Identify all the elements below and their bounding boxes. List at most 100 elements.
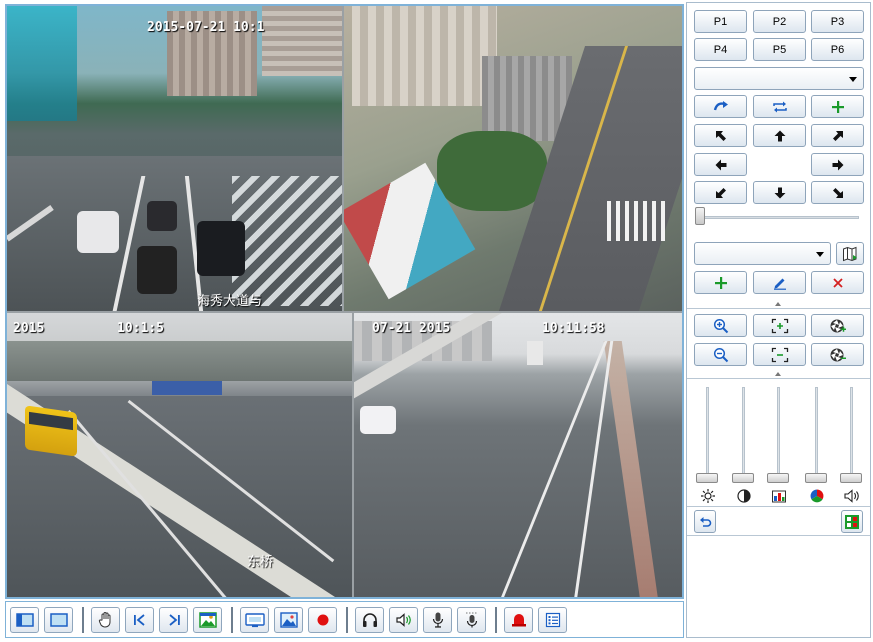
delete-cruise-button[interactable] <box>811 271 864 294</box>
ptz-down-right-button[interactable] <box>811 181 864 204</box>
ptz-down-left-button[interactable] <box>694 181 747 204</box>
color-settings-icon <box>845 514 859 529</box>
ptz-down-button[interactable] <box>753 181 806 204</box>
preset-p1-button[interactable]: P1 <box>694 10 747 33</box>
cam1-timestamp: 2015-07-21 10:1 <box>147 20 265 35</box>
camera-view-3[interactable]: 2015 10:1:5 东桥 <box>7 311 352 597</box>
talk-button[interactable] <box>423 606 452 633</box>
saturation-icon <box>769 488 789 504</box>
snapshot-button[interactable] <box>193 606 222 633</box>
layout-full-button[interactable] <box>44 606 73 633</box>
capture-button[interactable] <box>274 606 303 633</box>
preset-p5-button[interactable]: P5 <box>753 38 806 61</box>
iris-open-button[interactable] <box>811 314 864 337</box>
focus-minus-icon <box>771 347 788 362</box>
hue-slider-thumb[interactable] <box>805 473 827 483</box>
contrast-slider-track[interactable] <box>742 387 745 477</box>
map-icon <box>843 246 857 261</box>
next-button[interactable] <box>159 606 188 633</box>
cam4-lane <box>573 341 614 597</box>
hue-slider-track[interactable] <box>815 387 818 477</box>
collapse-ptz-icon[interactable] <box>775 302 781 306</box>
ptz-hand-button[interactable] <box>91 606 120 633</box>
preset-p4-button[interactable]: P4 <box>694 38 747 61</box>
image-settings-button[interactable] <box>841 510 863 533</box>
previous-button[interactable] <box>125 606 154 633</box>
toolbar-separator <box>346 606 348 633</box>
brightness-slider-track[interactable] <box>706 387 709 477</box>
camera-view-2[interactable] <box>342 6 682 311</box>
arrow-down-icon <box>774 187 785 198</box>
cam4-median <box>603 341 659 597</box>
cam2-trees <box>437 131 547 211</box>
camera-view-4[interactable]: 07-21 2015 10:11:58 <box>352 311 682 597</box>
single-window-icon <box>15 612 34 627</box>
hue-icon <box>807 488 827 504</box>
add-cruise-button[interactable] <box>694 271 747 294</box>
listen-button[interactable] <box>355 606 384 633</box>
speaker-button[interactable] <box>389 606 418 633</box>
section-divider <box>687 308 870 309</box>
ptz-speed-slider-track[interactable] <box>697 216 859 219</box>
collapse-lens-icon[interactable] <box>775 372 781 376</box>
saturation-slider-thumb[interactable] <box>767 473 789 483</box>
ptz-up-left-button[interactable] <box>694 124 747 147</box>
zoom-in-button[interactable] <box>694 314 747 337</box>
iris-plus-icon <box>830 319 846 332</box>
pencil-icon <box>773 278 786 290</box>
ptz-left-button[interactable] <box>694 153 747 176</box>
reset-image-button[interactable] <box>694 510 716 533</box>
full-window-icon <box>49 612 68 627</box>
preset-select[interactable] <box>694 67 864 90</box>
cam1-caption: 海秀大道与 <box>197 294 263 309</box>
edit-cruise-button[interactable] <box>753 271 806 294</box>
cam1-building <box>7 6 77 121</box>
iris-close-button[interactable] <box>811 343 864 366</box>
arrow-up-right-icon <box>832 130 843 141</box>
contrast-slider-thumb[interactable] <box>732 473 754 483</box>
saturation-slider-track[interactable] <box>777 387 780 477</box>
alarm-button[interactable] <box>504 606 533 633</box>
focus-far-button[interactable] <box>753 343 806 366</box>
stream-button[interactable] <box>240 606 269 633</box>
cam1-car <box>77 211 119 253</box>
ptz-right-button[interactable] <box>811 153 864 176</box>
brightness-slider-thumb[interactable] <box>696 473 718 483</box>
speaker-icon <box>395 612 411 627</box>
cruise-select[interactable] <box>694 242 831 265</box>
cruise-map-button[interactable] <box>836 242 864 265</box>
headphones-icon <box>362 612 377 627</box>
grid-divider <box>342 6 344 311</box>
ptz-up-right-button[interactable] <box>811 124 864 147</box>
intercom-icon <box>465 612 478 627</box>
brightness-icon <box>698 488 718 504</box>
preset-p6-button[interactable]: P6 <box>811 38 864 61</box>
chevron-down-icon <box>849 77 857 82</box>
broadcast-button[interactable] <box>457 606 486 633</box>
cam1-car <box>147 201 177 231</box>
rotate-button[interactable] <box>694 95 747 118</box>
ptz-speed-slider-thumb[interactable] <box>695 207 705 225</box>
camera-view-1[interactable]: 2015-07-21 10:1 海秀大道与 <box>7 6 342 311</box>
preset-p3-button[interactable]: P3 <box>811 10 864 33</box>
section-divider <box>687 535 870 536</box>
cam3-building <box>152 381 222 395</box>
preset-p2-button[interactable]: P2 <box>753 10 806 33</box>
list-button[interactable] <box>538 606 567 633</box>
record-button[interactable] <box>308 606 337 633</box>
cam3-timestamp-time: 10:1:5 <box>117 321 164 336</box>
auto-scan-button[interactable] <box>753 95 806 118</box>
zoom-out-button[interactable] <box>694 343 747 366</box>
volume-slider-thumb[interactable] <box>840 473 862 483</box>
focus-near-button[interactable] <box>753 314 806 337</box>
volume-slider-track[interactable] <box>850 387 853 477</box>
section-divider <box>687 506 870 507</box>
add-preset-button[interactable] <box>811 95 864 118</box>
monitor-icon <box>244 612 265 627</box>
cam4-timestamp: 07-21 2015 <box>372 321 451 336</box>
arrow-left-icon <box>715 159 726 170</box>
section-divider <box>687 378 870 379</box>
layout-single-button[interactable] <box>10 606 39 633</box>
video-grid[interactable]: 2015-07-21 10:1 海秀大道与 2015 10:1:5 东桥 07-… <box>5 4 684 599</box>
ptz-up-button[interactable] <box>753 124 806 147</box>
